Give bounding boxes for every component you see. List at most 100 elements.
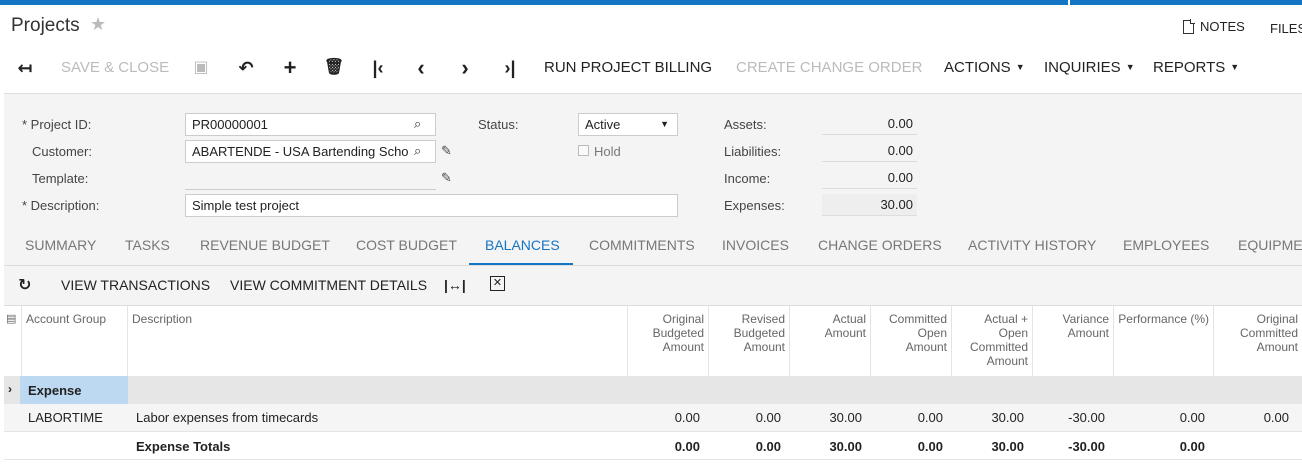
last-record-icon[interactable]: ›| [499,54,521,82]
expand-chevron-icon[interactable]: › [8,382,12,396]
tab-invoices[interactable]: INVOICES [722,237,789,253]
reports-menu[interactable]: REPORTS ▼ [1153,54,1239,82]
group-row[interactable]: › Expense [4,376,1302,404]
tab-commitments[interactable]: COMMITMENTS [589,237,695,253]
project-id-label: * Project ID: [22,117,92,132]
inquiries-menu[interactable]: INQUIRIES ▼ [1044,54,1135,82]
totals-actual-open-committed: 30.00 [991,439,1024,454]
top-accent-bar [0,0,1302,5]
edit-pencil-icon[interactable]: ✎ [441,143,452,159]
tab-equipment[interactable]: EQUIPMENT [1238,237,1302,253]
tab-change-orders[interactable]: CHANGE ORDERS [818,237,942,253]
header-variance[interactable]: Variance Amount [1033,306,1114,376]
view-transactions-button[interactable]: VIEW TRANSACTIONS [61,277,210,293]
description-field[interactable]: Simple test project [185,194,678,217]
notes-label: NOTES [1200,19,1245,34]
header-actual[interactable]: Actual Amount [790,306,871,376]
tab-employees[interactable]: EMPLOYEES [1123,237,1209,253]
committed-open-cell: 0.00 [917,410,943,425]
variance-cell: -30.00 [1068,410,1105,425]
reports-label: REPORTS [1153,59,1226,76]
totals-actual: 30.00 [829,439,862,454]
inquiries-label: INQUIRIES [1044,59,1121,76]
first-record-icon[interactable]: |‹ [367,54,389,82]
header-description[interactable]: Description [128,306,628,376]
status-select[interactable]: Active ▼ [578,113,678,136]
liabilities-value: 0.00 [822,140,917,162]
search-icon[interactable]: ⌕ [414,116,421,132]
original-budgeted-cell: 0.00 [674,410,700,425]
add-icon[interactable]: + [279,54,301,82]
top-bar-divider [1068,0,1070,5]
description-cell: Labor expenses from timecards [136,410,319,425]
status-value: Active [585,117,621,132]
favorite-star-icon[interactable]: ★ [90,14,106,35]
chevron-down-icon: ▼ [1230,62,1240,72]
totals-revised-budgeted: 0.00 [755,439,781,454]
refresh-icon[interactable]: ↻ [18,275,31,295]
export-excel-icon[interactable]: ✕ [490,276,505,291]
account-group-cell: LABORTIME [28,410,103,425]
project-id-field[interactable]: PR00000001 [185,113,436,136]
header-revised-budgeted[interactable]: Revised Budgeted Amount [709,306,790,376]
totals-row: Expense Totals 0.00 0.00 30.00 0.00 30.0… [4,432,1302,460]
search-icon[interactable]: ⌕ [414,143,421,159]
header-original-committed[interactable]: Original Committed Amount [1214,306,1302,376]
run-project-billing-button[interactable]: RUN PROJECT BILLING [544,54,712,82]
files-button[interactable]: FILES [1270,21,1302,36]
main-toolbar: ↤ SAVE & CLOSE ▣ ↶ + 🗑 |‹ ‹ › ›| RUN PRO… [0,54,1302,82]
hold-checkbox[interactable] [578,145,589,156]
view-commitment-details-button[interactable]: VIEW COMMITMENT DETAILS [230,277,427,293]
previous-record-icon[interactable]: ‹ [410,54,432,82]
template-field[interactable] [185,167,436,190]
save-close-button[interactable]: SAVE & CLOSE [61,54,169,82]
header-committed-open[interactable]: Committed Open Amount [871,306,952,376]
tab-tasks[interactable]: TASKS [125,237,170,253]
assets-value: 0.00 [822,113,917,135]
save-icon[interactable]: ▣ [190,54,212,82]
totals-performance: 0.00 [1179,439,1205,454]
create-change-order-button[interactable]: CREATE CHANGE ORDER [736,54,922,82]
back-arrow-icon[interactable]: ↤ [14,54,36,82]
notes-button[interactable]: NOTES [1183,19,1245,34]
undo-icon[interactable]: ↶ [235,54,257,82]
table-row[interactable]: LABORTIME Labor expenses from timecards … [4,404,1302,432]
tab-summary[interactable]: SUMMARY [25,237,96,253]
tab-revenue-budget[interactable]: REVENUE BUDGET [200,237,330,253]
column-settings-icon[interactable]: ▤ [4,306,22,376]
group-label: Expense [28,383,82,398]
totals-label: Expense Totals [136,439,231,454]
actions-menu[interactable]: ACTIONS ▼ [944,54,1025,82]
header-actual-open-committed[interactable]: Actual + Open Committed Amount [952,306,1033,376]
edit-pencil-icon[interactable]: ✎ [441,170,452,186]
totals-committed-open: 0.00 [917,439,943,454]
next-record-icon[interactable]: › [454,54,476,82]
tab-activity-history[interactable]: ACTIVITY HISTORY [968,237,1096,253]
chevron-down-icon: ▼ [660,119,669,129]
header-original-budgeted[interactable]: Original Budgeted Amount [628,306,709,376]
actions-label: ACTIONS [944,59,1011,76]
hold-label: Hold [594,144,621,159]
original-committed-cell: 0.00 [1263,410,1289,425]
actual-cell: 30.00 [829,410,862,425]
customer-label: Customer: [32,144,92,159]
chevron-down-icon: ▼ [1125,62,1135,72]
income-value: 0.00 [822,167,917,189]
header-account-group[interactable]: Account Group [22,306,128,376]
header-performance[interactable]: Performance (%) [1114,306,1214,376]
customer-field[interactable]: ABARTENDE - USA Bartending Scho [185,140,436,163]
tab-bar: SUMMARY TASKS REVENUE BUDGET COST BUDGET… [0,231,1302,266]
document-icon [1183,19,1195,34]
fit-columns-icon[interactable]: |↔| [444,277,466,293]
expenses-value: 30.00 [822,194,917,216]
page-title: Projects [11,15,80,36]
description-label: * Description: [22,198,100,213]
balances-toolbar: ↻ VIEW TRANSACTIONS VIEW COMMITMENT DETA… [4,266,1302,306]
delete-trash-icon[interactable]: 🗑 [323,54,345,82]
tab-cost-budget[interactable]: COST BUDGET [356,237,457,253]
totals-original-budgeted: 0.00 [674,439,700,454]
revised-budgeted-cell: 0.00 [755,410,781,425]
tab-balances[interactable]: BALANCES [485,237,560,253]
totals-variance: -30.00 [1068,439,1105,454]
liabilities-label: Liabilities: [724,144,782,159]
